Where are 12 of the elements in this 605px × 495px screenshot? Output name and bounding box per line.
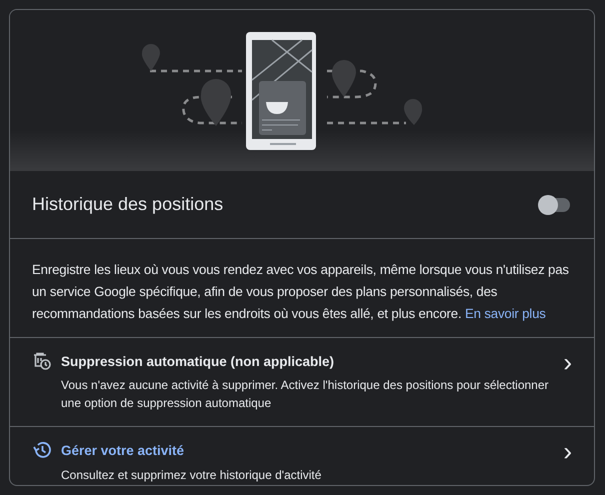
action-description: Vous n'avez aucune activité à supprimer. Activez l'historique des positions pour sélectionner une option de suppression automatique: [61, 377, 550, 412]
toggle-switch[interactable]: [538, 194, 572, 214]
action-title[interactable]: Suppression automatique (non applicable): [61, 352, 554, 372]
chevron-button[interactable]: ›: [563, 441, 572, 462]
action-description: Consultez et supprimez votre historique d'activité: [61, 466, 322, 484]
chevron-button[interactable]: ›: [563, 352, 572, 372]
setting-title: Historique des positions: [32, 193, 224, 216]
history-icon: [33, 441, 51, 460]
action-title[interactable]: Gérer votre activité: [61, 441, 554, 462]
trash-clock-icon: [33, 352, 51, 370]
description-paragraph: Enregistre les lieux où vous vous rendez avec vos appareils, même lorsque vous n'utilisez pas un service Google spécifique, afin de vous proposer des plans personnalisés, des recommandations basées sur les endroits où vous êtes allé, et plus encore. En savoir plus: [32, 262, 569, 321]
learn-more-link[interactable]: En savoir plus: [464, 306, 546, 321]
